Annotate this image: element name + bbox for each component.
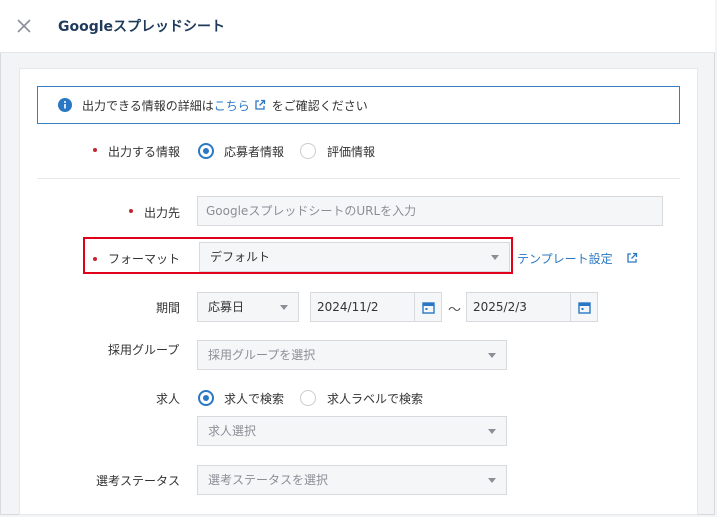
notice-link[interactable]: こちら <box>214 99 250 113</box>
divider <box>37 178 680 179</box>
radio-search-by-job-label-tag-label[interactable]: 求人ラベルで検索 <box>327 390 423 407</box>
output-info-label: 出力する情報 <box>108 145 181 159</box>
required-marker <box>93 148 97 152</box>
period-type-select[interactable]: 応募日 <box>197 292 299 322</box>
status-label: 選考ステータス <box>96 474 181 488</box>
page-title: Googleスプレッドシート <box>58 19 226 35</box>
radio-search-by-job[interactable] <box>198 390 214 406</box>
external-link-icon[interactable] <box>254 99 266 111</box>
calendar-icon <box>578 302 591 314</box>
recruit-group-select[interactable]: 採用グループを選択 <box>197 340 507 370</box>
recruit-group-placeholder: 採用グループを選択 <box>208 348 316 362</box>
period-to-value: 2025/2/3 <box>473 300 527 314</box>
close-button[interactable] <box>13 15 35 37</box>
format-highlight-box <box>83 237 513 274</box>
period-separator: 〜 <box>448 303 462 318</box>
job-select[interactable]: 求人選択 <box>197 416 507 446</box>
status-placeholder: 選考ステータスを選択 <box>208 473 329 487</box>
radio-applicant-info-label[interactable]: 応募者情報 <box>224 143 284 160</box>
period-label: 期間 <box>156 301 181 315</box>
radio-evaluation-info[interactable] <box>300 143 316 159</box>
notice-prefix: 出力できる情報の詳細は <box>82 99 214 113</box>
notice-text: 出力できる情報の詳細はこちら をご確認ください <box>82 97 368 114</box>
required-marker <box>129 209 133 213</box>
radio-applicant-info[interactable] <box>198 143 214 159</box>
info-icon <box>58 98 72 112</box>
info-notice: 出力できる情報の詳細はこちら をご確認ください <box>37 86 680 124</box>
template-settings-link[interactable]: テンプレート設定 <box>517 250 638 267</box>
template-settings-label[interactable]: テンプレート設定 <box>517 252 613 266</box>
period-from-value: 2024/11/2 <box>317 300 379 314</box>
chevron-down-icon <box>488 353 496 358</box>
calendar-button[interactable] <box>570 292 598 322</box>
period-type-value: 応募日 <box>208 300 245 314</box>
external-link-icon[interactable] <box>626 252 638 264</box>
recruit-group-label: 採用グループ <box>108 343 180 357</box>
destination-url-input[interactable]: GoogleスプレッドシートのURLを入力 <box>197 196 663 226</box>
job-select-placeholder: 求人選択 <box>208 424 257 438</box>
header-bar: Googleスプレッドシート <box>0 0 715 53</box>
destination-label: 出力先 <box>144 206 181 220</box>
chevron-down-icon <box>280 305 288 310</box>
calendar-icon <box>422 302 435 314</box>
period-to-input[interactable]: 2025/2/3 <box>466 292 598 322</box>
radio-search-by-job-label[interactable]: 求人で検索 <box>224 390 284 407</box>
calendar-button[interactable] <box>414 292 442 322</box>
period-from-input[interactable]: 2024/11/2 <box>310 292 442 322</box>
chevron-down-icon <box>488 478 496 483</box>
radio-evaluation-info-label[interactable]: 評価情報 <box>327 143 375 160</box>
chevron-down-icon <box>488 429 496 434</box>
notice-suffix: をご確認ください <box>271 99 368 113</box>
job-label: 求人 <box>156 392 181 406</box>
radio-search-by-job-label-tag[interactable] <box>300 390 316 406</box>
status-select[interactable]: 選考ステータスを選択 <box>197 465 507 495</box>
close-icon <box>17 19 31 33</box>
